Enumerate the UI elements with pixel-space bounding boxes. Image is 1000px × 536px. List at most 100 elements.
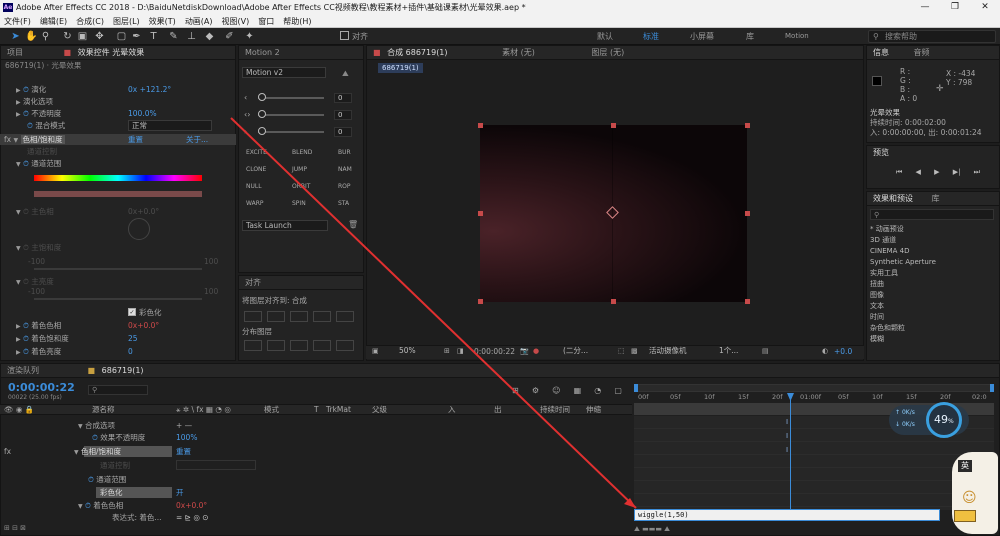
master-lightness-slider[interactable] [34, 298, 202, 300]
tab-library[interactable]: 库 [932, 194, 940, 203]
workspace-library[interactable]: 库 [746, 28, 754, 45]
burst-button[interactable]: BUR [338, 148, 351, 158]
comp-timecode[interactable]: 0:00:00:22 [474, 346, 515, 357]
align-vcenter-icon[interactable] [336, 311, 354, 322]
tab-composition[interactable]: 合成 686719(1) [387, 48, 447, 57]
zoom-dropdown[interactable]: 50% [396, 346, 438, 357]
tab-project[interactable]: 项目 [7, 48, 23, 57]
layer-search-input[interactable]: ⚲ [88, 385, 148, 395]
spin-button[interactable]: SPIN [292, 199, 306, 209]
timeline-timecode[interactable]: 0:00:00:22 [8, 381, 75, 394]
transform-handle[interactable] [611, 123, 616, 128]
next-frame-icon[interactable]: ▶| [953, 168, 961, 177]
menu-help[interactable]: 帮助(H) [283, 15, 311, 27]
task-launch-dropdown[interactable]: Task Launch [242, 220, 328, 231]
expression-controls[interactable]: = ⊵ ◎ ⊙ [176, 512, 209, 523]
tab-effect-controls[interactable]: 效果控件 光晕效果 [78, 48, 145, 57]
timeline-footer-icons[interactable]: ⊞ ⊟ ⊠ [4, 524, 26, 532]
views-dropdown[interactable]: 1个... [716, 346, 756, 357]
tab-render-queue[interactable]: 渲染队列 [7, 366, 39, 375]
maximize-button[interactable]: ❐ [940, 0, 970, 15]
exposure-icon[interactable]: ◐ [822, 347, 828, 355]
color-channel-icon[interactable]: ● [533, 347, 539, 355]
workspace-motion[interactable]: Motion [785, 28, 809, 45]
playhead-line[interactable] [790, 400, 791, 515]
expression-field[interactable]: wiggle(1,50) [634, 509, 940, 521]
transform-handle[interactable] [478, 211, 483, 216]
menu-window[interactable]: 窗口 [258, 15, 274, 27]
master-saturation-slider[interactable] [34, 268, 202, 270]
work-area-start[interactable] [634, 384, 638, 392]
close-button[interactable]: ✕ [970, 0, 1000, 15]
puppet-tool-icon[interactable]: ✦ [244, 31, 255, 42]
column-parent[interactable]: 父级 [372, 404, 387, 415]
preset-category[interactable]: 图像 [870, 290, 884, 301]
name-button[interactable]: NAM [338, 165, 352, 175]
tab-effects-presets[interactable]: 效果和预设 [873, 194, 913, 203]
ease-out-knob[interactable] [258, 127, 266, 135]
preset-category[interactable]: 3D 通道 [870, 235, 896, 246]
draft-3d-icon[interactable]: ⚙ [532, 386, 539, 395]
menu-file[interactable]: 文件(F) [4, 15, 31, 27]
ease-both-knob[interactable] [258, 110, 266, 118]
ease-in-value[interactable]: 0 [334, 93, 352, 103]
distribute-right-icon[interactable] [336, 340, 354, 351]
ime-indicator-icon[interactable]: 英 [958, 460, 972, 472]
brush-tool-icon[interactable]: ✎ [168, 31, 179, 42]
rectangle-tool-icon[interactable]: ▢ [116, 31, 127, 42]
work-area-end[interactable] [990, 384, 994, 392]
preset-category[interactable]: 扭曲 [870, 279, 884, 290]
excite-button[interactable]: EXCITE [246, 148, 267, 158]
channel-control-dropdown[interactable] [176, 460, 256, 470]
hand-tool-icon[interactable]: ✋ [25, 31, 37, 42]
pen-tool-icon[interactable]: ✒ [131, 31, 142, 42]
ease-in-knob[interactable] [258, 93, 266, 101]
motion-blur-icon[interactable]: ◔ [594, 386, 601, 395]
align-hcenter-icon[interactable] [267, 311, 285, 322]
evolution-value[interactable]: 0x +121.2° [128, 84, 171, 95]
motion-graph-icon[interactable]: ⛰ [342, 69, 349, 79]
transform-handle[interactable] [745, 123, 750, 128]
grid-icon[interactable]: ⊞ [444, 347, 450, 355]
menu-animation[interactable]: 动画(A) [185, 15, 213, 27]
distribute-left-icon[interactable] [313, 340, 331, 351]
transform-handle[interactable] [745, 211, 750, 216]
comp-flowchart-icon[interactable]: ⊞ [512, 386, 519, 395]
transform-handle[interactable] [745, 299, 750, 304]
ease-out-slider[interactable] [258, 131, 324, 133]
exposure-value[interactable]: +0.0 [834, 346, 852, 357]
column-out[interactable]: 出 [494, 404, 502, 415]
column-duration[interactable]: 持续时间 [540, 404, 570, 415]
jump-button[interactable]: JUMP [292, 165, 307, 175]
prev-frame-icon[interactable]: ◀ [916, 168, 921, 177]
clone-button[interactable]: CLONE [246, 165, 266, 175]
menu-view[interactable]: 视图(V) [222, 15, 250, 27]
blend-mode-dropdown[interactable]: 正常 [128, 120, 212, 131]
selection-tool-icon[interactable]: ➤ [10, 31, 21, 42]
timeline-hue-sat-row[interactable]: ▼ 色相/饱和度 [74, 446, 121, 457]
preset-category[interactable]: 时间 [870, 312, 884, 323]
colorize-hue-value[interactable]: 0x+0.0° [128, 320, 159, 331]
distribute-bottom-icon[interactable] [290, 340, 308, 351]
workspace-small-screen[interactable]: 小屏幕 [690, 28, 714, 45]
tab-timeline-comp[interactable]: 686719(1) [102, 366, 144, 375]
type-tool-icon[interactable]: T [148, 31, 159, 42]
motion-version-dropdown[interactable]: Motion v2 [242, 67, 326, 78]
effect-about-link[interactable]: 关于... [186, 134, 208, 145]
timeline-reset-link[interactable]: 重置 [176, 446, 191, 457]
frame-blend-icon[interactable]: ▦ [574, 386, 582, 395]
help-search-box[interactable]: ⚲ 搜索帮助 [868, 30, 996, 43]
column-in[interactable]: 入 [448, 404, 456, 415]
effects-search-input[interactable]: ⚲ [870, 209, 994, 220]
align-left-icon[interactable] [244, 311, 262, 322]
warp-button[interactable]: WARP [246, 199, 264, 209]
pan-behind-tool-icon[interactable]: ✥ [94, 31, 105, 42]
column-stretch[interactable]: 伸缩 [586, 404, 601, 415]
snapshot-icon[interactable]: 📷 [520, 347, 529, 355]
keyframe-marker[interactable]: I [786, 432, 788, 440]
column-t[interactable]: T [314, 404, 319, 415]
orbit-button[interactable]: ORBIT [292, 182, 310, 192]
preset-category[interactable]: * 动画预设 [870, 224, 904, 235]
workspace-standard[interactable]: 标准 [643, 28, 659, 45]
align-checkbox[interactable] [340, 31, 349, 40]
